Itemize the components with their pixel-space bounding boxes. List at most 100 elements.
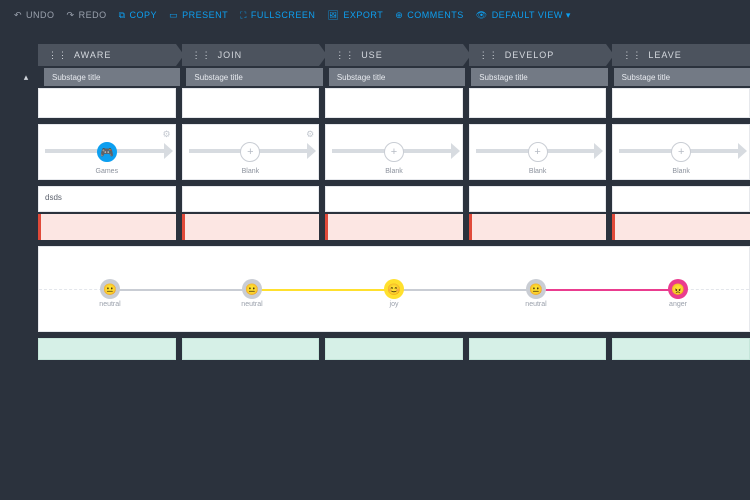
eye-icon: 👁: [476, 10, 488, 21]
arrow-head-icon: [307, 143, 316, 159]
touchpoint-circle[interactable]: +: [240, 142, 260, 162]
stage-tab-leave[interactable]: ⋮⋮ LEAVE: [612, 44, 750, 66]
drag-icon: ⋮⋮: [622, 50, 642, 61]
touchpoint-cell[interactable]: ⚙ + Blank: [182, 124, 320, 180]
substage-row: ▴ Substage title Substage title Substage…: [14, 68, 750, 86]
gear-icon[interactable]: ⚙: [163, 129, 171, 140]
idea-row: [38, 338, 750, 360]
blank-cell[interactable]: [469, 88, 607, 118]
idea-cell[interactable]: [612, 338, 750, 360]
stage-tab-use[interactable]: ⋮⋮ USE: [325, 44, 463, 66]
touchpoint-cell[interactable]: + Blank: [469, 124, 607, 180]
stage-tabs-row: ⋮⋮ AWARE ⋮⋮ JOIN ⋮⋮ USE ⋮⋮ DEVELOP ⋮⋮ LE…: [38, 44, 750, 66]
comments-icon: ⊕: [395, 10, 403, 21]
stage-label: DEVELOP: [505, 50, 555, 60]
text-cell[interactable]: dsds: [38, 186, 176, 212]
default-view-dropdown[interactable]: 👁 DEFAULT VIEW ▾: [476, 10, 571, 21]
touchpoint-cell[interactable]: + Blank: [325, 124, 463, 180]
arrow-head-icon: [738, 143, 747, 159]
gamepad-icon: 🎮: [100, 146, 114, 159]
drag-icon: ⋮⋮: [48, 50, 68, 61]
copy-button[interactable]: ⧉ COPY: [119, 10, 157, 21]
text-cell[interactable]: [469, 186, 607, 212]
substage-label: Substage title: [52, 73, 100, 82]
touchpoint-cell[interactable]: + Blank: [612, 124, 750, 180]
redo-button[interactable]: ↷ REDO: [67, 10, 107, 21]
drag-icon: ⋮⋮: [192, 50, 212, 61]
substage-cell[interactable]: Substage title: [44, 68, 180, 86]
emotion-node-joy[interactable]: 😊: [384, 279, 404, 299]
problem-cell[interactable]: [325, 214, 463, 240]
text-cell[interactable]: [612, 186, 750, 212]
blank-cell[interactable]: [612, 88, 750, 118]
stage-label: LEAVE: [648, 50, 681, 60]
idea-cell[interactable]: [182, 338, 320, 360]
touchpoint-label: Games: [39, 168, 175, 175]
stage-tab-develop[interactable]: ⋮⋮ DEVELOP: [469, 44, 607, 66]
idea-cell[interactable]: [38, 338, 176, 360]
idea-cell[interactable]: [325, 338, 463, 360]
emotion-label: neutral: [525, 301, 546, 308]
copy-icon: ⧉: [119, 10, 126, 21]
triangle-up-icon: ▴: [24, 72, 29, 83]
present-button[interactable]: ▭ PRESENT: [169, 10, 228, 21]
emotion-segment: [394, 289, 536, 291]
idea-cell[interactable]: [469, 338, 607, 360]
undo-button[interactable]: ↶ UNDO: [14, 10, 55, 21]
emotion-segment: [536, 289, 678, 291]
emotion-lane[interactable]: 😐 neutral 😐 neutral 😊 joy 😐 neutral 😠 an…: [38, 246, 750, 332]
text-cell[interactable]: [325, 186, 463, 212]
plus-icon: +: [678, 146, 684, 158]
substage-label: Substage title: [622, 73, 670, 82]
emotion-label: joy: [390, 301, 399, 308]
fullscreen-button[interactable]: ⛶ FULLSCREEN: [240, 10, 315, 21]
text-row: dsds: [38, 186, 750, 212]
fullscreen-icon: ⛶: [240, 10, 247, 21]
emotion-node-neutral[interactable]: 😐: [526, 279, 546, 299]
problem-cell[interactable]: [38, 214, 176, 240]
blank-cell[interactable]: [325, 88, 463, 118]
touchpoint-circle[interactable]: +: [528, 142, 548, 162]
emotion-label: neutral: [99, 301, 120, 308]
stage-tab-join[interactable]: ⋮⋮ JOIN: [182, 44, 320, 66]
arrow-head-icon: [164, 143, 173, 159]
plus-icon: +: [391, 146, 397, 158]
plus-icon: +: [534, 146, 540, 158]
substage-label: Substage title: [479, 73, 527, 82]
blank-row: [38, 88, 750, 118]
gear-icon[interactable]: ⚙: [306, 129, 314, 140]
collapse-toggle[interactable]: ▴: [14, 68, 38, 86]
emotion-segment: [252, 289, 394, 291]
touchpoint-circle[interactable]: 🎮: [97, 142, 117, 162]
substage-cell[interactable]: Substage title: [471, 68, 607, 86]
touchpoint-label: Blank: [326, 168, 462, 175]
emotion-label: anger: [669, 301, 687, 308]
touchpoint-label: Blank: [470, 168, 606, 175]
copy-label: COPY: [130, 10, 158, 20]
text-cell[interactable]: [182, 186, 320, 212]
touchpoint-label: Blank: [613, 168, 749, 175]
emotion-node-anger[interactable]: 😠: [668, 279, 688, 299]
comments-button[interactable]: ⊕ COMMENTS: [395, 10, 464, 21]
touchpoint-circle[interactable]: +: [384, 142, 404, 162]
canvas: ⋮⋮ AWARE ⋮⋮ JOIN ⋮⋮ USE ⋮⋮ DEVELOP ⋮⋮ LE…: [0, 30, 750, 360]
substage-cell[interactable]: Substage title: [186, 68, 322, 86]
problem-cell[interactable]: [612, 214, 750, 240]
stage-tab-aware[interactable]: ⋮⋮ AWARE: [38, 44, 176, 66]
touchpoint-row: ⚙ 🎮 Games ⚙ + Blank + Blank + Blank: [38, 124, 750, 180]
problem-cell[interactable]: [469, 214, 607, 240]
toolbar: ↶ UNDO ↷ REDO ⧉ COPY ▭ PRESENT ⛶ FULLSCR…: [0, 0, 750, 30]
problem-cell[interactable]: [182, 214, 320, 240]
substage-cell[interactable]: Substage title: [614, 68, 750, 86]
blank-cell[interactable]: [38, 88, 176, 118]
emotion-node-neutral[interactable]: 😐: [242, 279, 262, 299]
substage-cell[interactable]: Substage title: [329, 68, 465, 86]
export-button[interactable]: 🖼 EXPORT: [327, 10, 383, 21]
emotion-node-neutral[interactable]: 😐: [100, 279, 120, 299]
redo-label: REDO: [79, 10, 107, 20]
touchpoint-circle[interactable]: +: [671, 142, 691, 162]
undo-label: UNDO: [26, 10, 55, 20]
drag-icon: ⋮⋮: [479, 50, 499, 61]
blank-cell[interactable]: [182, 88, 320, 118]
touchpoint-cell[interactable]: ⚙ 🎮 Games: [38, 124, 176, 180]
